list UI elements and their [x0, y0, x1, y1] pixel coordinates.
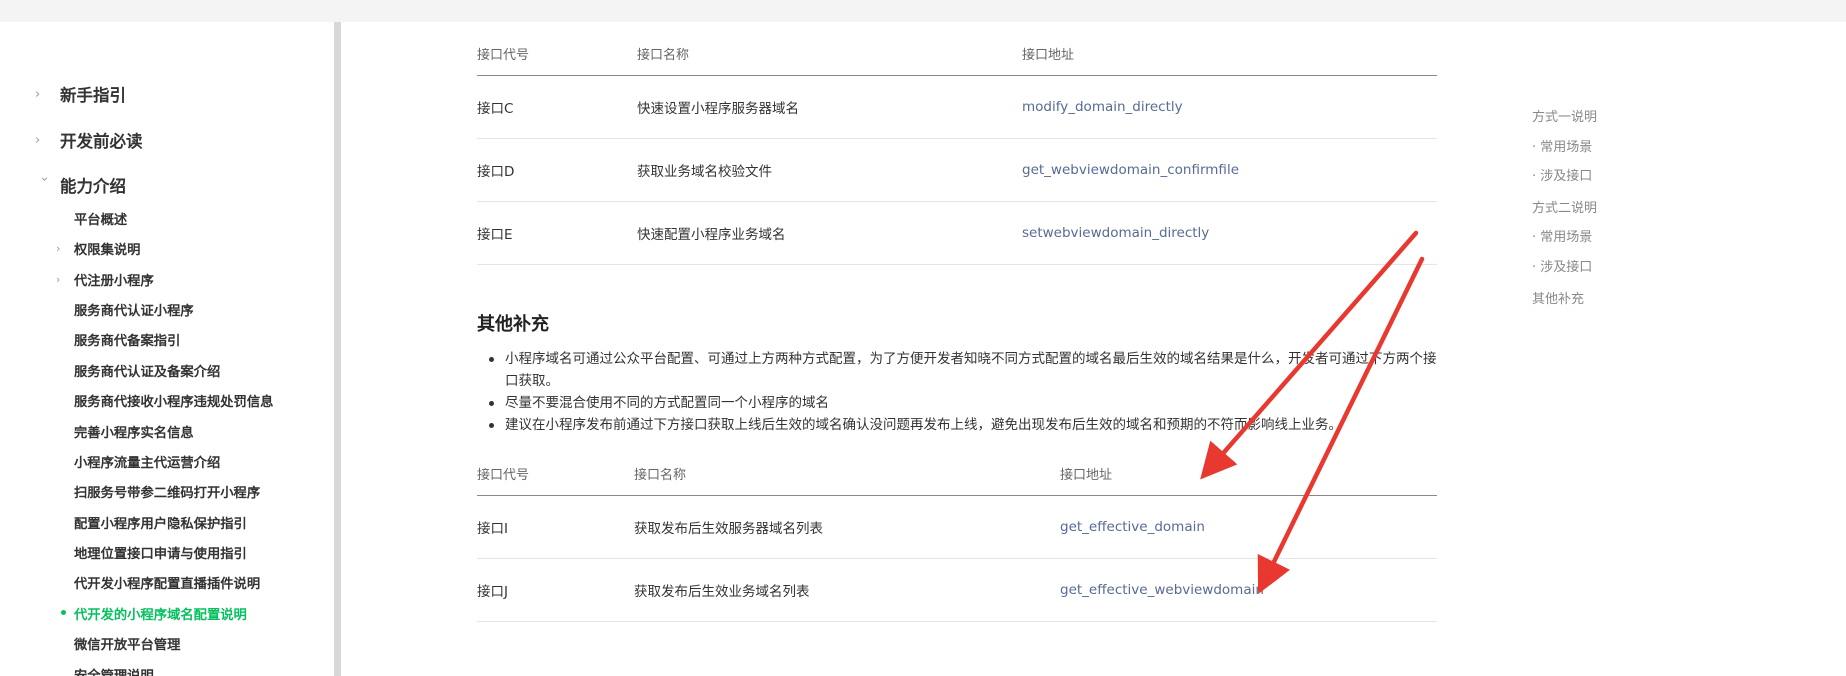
sidebar-subitem-label: 小程序流量主代运营介绍 [74, 455, 221, 471]
api-link[interactable]: get_webviewdomain_confirmfile [1022, 162, 1239, 178]
table-header-row: 接口代号 接口名称 接口地址 [477, 453, 1437, 496]
col-header-name: 接口名称 [634, 453, 1060, 496]
sidebar-subitem-open-platform[interactable]: 微信开放平台管理 [74, 632, 180, 654]
api-name: 获取发布后生效服务器域名列表 [634, 495, 1060, 559]
section-title: 其他补充 [477, 314, 549, 335]
sidebar-item-label: 能力介绍 [60, 177, 126, 196]
sidebar-subitem-platform-overview[interactable]: 平台概述 [74, 207, 127, 229]
sidebar-item-label: 开发前必读 [60, 132, 143, 151]
toc-item[interactable]: · 常用场景 [1532, 226, 1592, 245]
sidebar-subitem-label: 代注册小程序 [74, 273, 154, 289]
chevron-right-icon: › [35, 86, 41, 102]
api-link[interactable]: modify_domain_directly [1022, 99, 1183, 115]
toc-item[interactable]: 其他补充 [1532, 288, 1584, 307]
api-name: 获取业务域名校验文件 [637, 138, 1022, 202]
table-header-row: 接口代号 接口名称 接口地址 [477, 33, 1437, 76]
sidebar-subitem-label: 权限集说明 [74, 242, 141, 258]
api-code: 接口D [477, 138, 637, 202]
toc-item[interactable]: 方式一说明 [1532, 106, 1597, 125]
sidebar-subitem-verification-and-filing[interactable]: 服务商代认证及备案介绍 [74, 359, 220, 381]
api-code: 接口C [477, 75, 637, 139]
sidebar-subitem-label: 地理位置接口申请与使用指引 [74, 546, 247, 562]
sidebar-subitem-proxy-verification[interactable]: 服务商代认证小程序 [74, 298, 194, 320]
sidebar-subitem-register-miniprogram[interactable]: › 代注册小程序 [56, 268, 154, 290]
sidebar-subitem-security[interactable]: 安全管理说明 [74, 663, 154, 676]
sidebar-subitem-label: 代开发的小程序域名配置说明 [74, 607, 247, 623]
chevron-right-icon: › [56, 272, 61, 286]
list-item: 尽量不要混合使用不同的方式配置同一个小程序的域名 [477, 392, 1437, 414]
api-table-2: 接口代号 接口名称 接口地址 接口I 获取发布后生效服务器域名列表 get_ef… [477, 453, 1437, 622]
sidebar-subitem-permissions[interactable]: › 权限集说明 [56, 237, 141, 259]
top-header-bar [0, 0, 1846, 22]
sidebar-subitem-proxy-filing[interactable]: 服务商代备案指引 [74, 328, 180, 350]
sidebar-subitem-label: 安全管理说明 [74, 668, 154, 676]
sidebar-subitem-label: 服务商代接收小程序违规处罚信息 [74, 394, 274, 410]
sidebar-subitem-location-api[interactable]: 地理位置接口申请与使用指引 [74, 541, 247, 563]
col-header-address: 接口地址 [1022, 33, 1437, 76]
sidebar-item-capabilities[interactable]: › 能力介绍 [35, 172, 127, 198]
chevron-right-icon: › [35, 132, 41, 148]
table-row: 接口C 快速设置小程序服务器域名 modify_domain_directly [477, 75, 1437, 139]
sidebar-subitem-violation-info[interactable]: 服务商代接收小程序违规处罚信息 [74, 389, 273, 411]
sidebar-subitem-traffic-operation[interactable]: 小程序流量主代运营介绍 [74, 450, 220, 472]
sidebar-subitem-label: 微信开放平台管理 [74, 637, 181, 653]
table-row: 接口I 获取发布后生效服务器域名列表 get_effective_domain [477, 495, 1437, 559]
col-header-code: 接口代号 [477, 33, 637, 76]
sidebar-item-label: 新手指引 [60, 86, 126, 105]
table-row: 接口J 获取发布后生效业务域名列表 get_effective_webviewd… [477, 558, 1437, 622]
sidebar-subitem-label: 服务商代备案指引 [74, 333, 181, 349]
table-row: 接口E 快速配置小程序业务域名 setwebviewdomain_directl… [477, 201, 1437, 265]
api-code: 接口J [477, 558, 634, 622]
sidebar-subitem-domain-config[interactable]: 代开发的小程序域名配置说明 [61, 602, 247, 624]
toc-item[interactable]: · 涉及接口 [1532, 256, 1592, 275]
sidebar-subitem-label: 扫服务号带参二维码打开小程序 [74, 485, 261, 501]
list-item: 小程序域名可通过公众平台配置、可通过上方两种方式配置，为了方便开发者知晓不同方式… [477, 348, 1437, 392]
api-link[interactable]: get_effective_webviewdomain [1060, 582, 1264, 598]
sidebar-subitem-privacy-guide[interactable]: 配置小程序用户隐私保护指引 [74, 511, 247, 533]
api-table-1: 接口代号 接口名称 接口地址 接口C 快速设置小程序服务器域名 modify_d… [477, 33, 1437, 265]
col-header-name: 接口名称 [637, 33, 1022, 76]
sidebar-nav: › 新手指引 › 开发前必读 › 能力介绍 平台概述 › 权限集说明 › 代注册… [0, 22, 335, 676]
bullet-list: 小程序域名可通过公众平台配置、可通过上方两种方式配置，为了方便开发者知晓不同方式… [477, 348, 1437, 436]
sidebar-subitem-label: 平台概述 [74, 212, 128, 228]
sidebar-subitem-label: 配置小程序用户隐私保护指引 [74, 516, 247, 532]
sidebar-divider [334, 22, 341, 676]
sidebar-subitem-real-name-info[interactable]: 完善小程序实名信息 [74, 420, 194, 442]
api-name: 快速设置小程序服务器域名 [637, 75, 1022, 139]
sidebar-subitem-live-plugin[interactable]: 代开发小程序配置直播插件说明 [74, 571, 260, 593]
sidebar-subitem-qrcode-open[interactable]: 扫服务号带参二维码打开小程序 [74, 480, 260, 502]
api-code: 接口I [477, 495, 634, 559]
toc-item[interactable]: · 涉及接口 [1532, 165, 1592, 184]
list-item: 建议在小程序发布前通过下方接口获取上线后生效的域名确认没问题再发布上线，避免出现… [477, 414, 1437, 436]
api-code: 接口E [477, 201, 637, 265]
chevron-down-icon: › [36, 176, 52, 182]
api-link[interactable]: setwebviewdomain_directly [1022, 225, 1209, 241]
col-header-code: 接口代号 [477, 453, 634, 496]
col-header-address: 接口地址 [1060, 453, 1437, 496]
api-name: 获取发布后生效业务域名列表 [634, 558, 1060, 622]
toc-item[interactable]: 方式二说明 [1532, 197, 1597, 216]
api-name: 快速配置小程序业务域名 [637, 201, 1022, 265]
active-dot-icon [61, 610, 66, 615]
sidebar-subitem-label: 代开发小程序配置直播插件说明 [74, 576, 261, 592]
api-link[interactable]: get_effective_domain [1060, 519, 1205, 535]
sidebar-subitem-label: 服务商代认证小程序 [74, 303, 194, 319]
sidebar-subitem-label: 服务商代认证及备案介绍 [74, 364, 221, 380]
table-row: 接口D 获取业务域名校验文件 get_webviewdomain_confirm… [477, 138, 1437, 202]
sidebar-item-must-read[interactable]: › 开发前必读 [35, 127, 143, 153]
sidebar-subitem-label: 完善小程序实名信息 [74, 425, 194, 441]
sidebar-item-beginner-guide[interactable]: › 新手指引 [35, 81, 126, 107]
chevron-right-icon: › [56, 241, 61, 255]
toc-item[interactable]: · 常用场景 [1532, 136, 1592, 155]
